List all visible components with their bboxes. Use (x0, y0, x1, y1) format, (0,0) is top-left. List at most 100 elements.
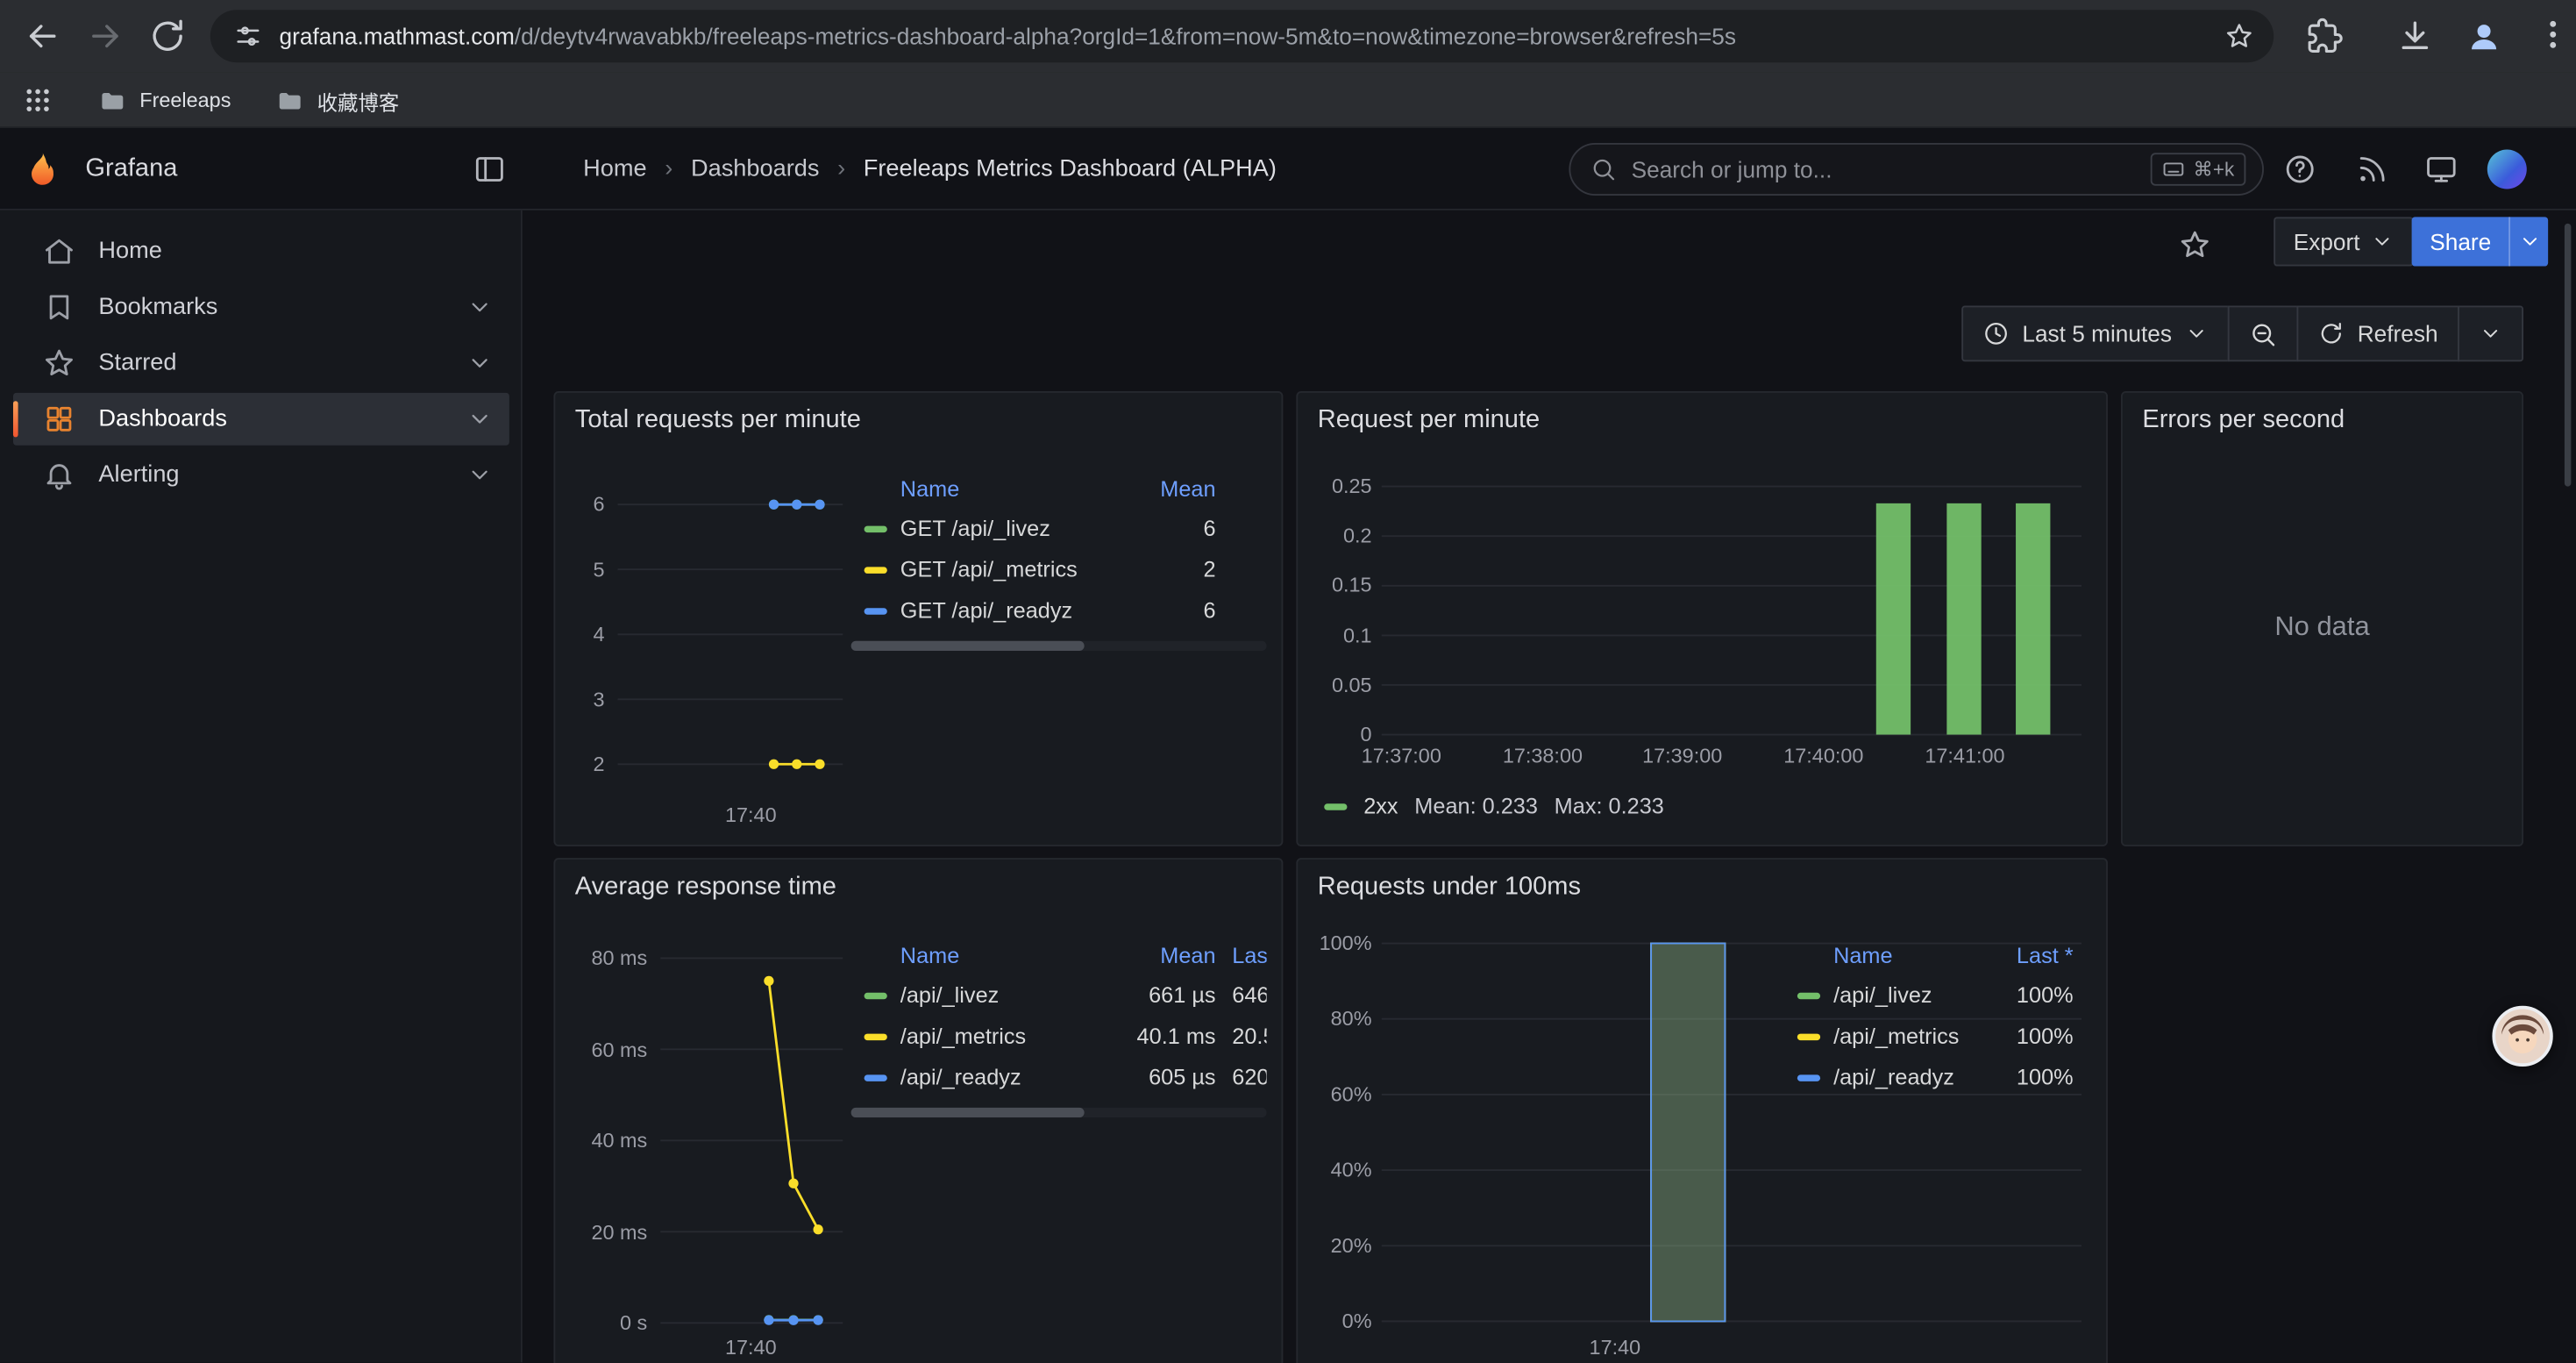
apps-grid-icon[interactable] (23, 72, 53, 128)
chevron-down-icon[interactable] (466, 294, 493, 320)
legend-table: Name Mean Last /api/_livez 661 µs 646 µs… (851, 935, 1267, 1117)
back-icon[interactable] (23, 17, 62, 56)
horizontal-scrollbar[interactable] (851, 641, 1267, 651)
bookmark-star-icon[interactable] (2224, 21, 2254, 51)
legend-row[interactable]: GET /api/_metrics 2 (851, 549, 1267, 590)
breadcrumb-home[interactable]: Home (583, 156, 646, 182)
panel-title[interactable]: Errors per second (2142, 406, 2345, 436)
chevron-down-icon[interactable] (466, 350, 493, 376)
panel-average-response-time: Average response time 80 ms60 ms40 ms20 … (553, 858, 1283, 1363)
series-color-icon (1797, 992, 1820, 998)
series-color-icon (865, 566, 887, 572)
chevron-down-icon[interactable] (466, 406, 493, 432)
breadcrumb-dashboards[interactable]: Dashboards (691, 156, 820, 182)
help-icon[interactable] (2283, 153, 2316, 185)
legend-row[interactable]: /api/_livez 661 µs 646 µs (851, 974, 1267, 1016)
breadcrumb: Home Dashboards Freeleaps Metrics Dashbo… (583, 128, 1277, 211)
legend-table: Name Last * /api/_livez 100% /api/_metri… (1784, 935, 2080, 1097)
export-button[interactable]: Export (2274, 217, 2414, 266)
bookmark-label: 收藏博客 (317, 84, 400, 116)
legend-header-row: Name Mean Last (851, 935, 1267, 974)
series-color-icon (865, 607, 887, 613)
legend-row[interactable]: GET /api/_livez 6 (851, 508, 1267, 549)
folder-icon (276, 86, 304, 114)
bookmark-folder-freeleaps[interactable]: Freeleaps (98, 72, 231, 128)
series-color-icon (1797, 1074, 1820, 1080)
menu-kebab-icon[interactable] (2535, 17, 2574, 56)
time-range-button[interactable]: Last 5 minutes (1961, 306, 2230, 362)
legend-row[interactable]: /api/_readyz 100% (1784, 1057, 2080, 1098)
favorite-star-icon[interactable] (2179, 228, 2211, 260)
legend-col-last[interactable]: Last (1216, 943, 1267, 967)
request-per-minute-chart[interactable]: 0.250.20.150.10.05017:37:0017:38:0017:39… (1298, 393, 2106, 845)
share-button[interactable]: Share (2412, 217, 2549, 266)
folder-icon (98, 86, 126, 114)
bell-icon (43, 459, 75, 491)
panel-requests-under-100ms: Requests under 100ms 100%80%60%40%20%0%1… (1296, 858, 2108, 1363)
dock-menu-icon[interactable] (473, 153, 506, 185)
news-rss-icon[interactable] (2356, 153, 2388, 185)
chevron-down-icon (2185, 322, 2208, 345)
monitor-icon[interactable] (2425, 153, 2458, 185)
grafana-logo-icon[interactable] (23, 150, 62, 189)
legend-col-mean[interactable]: Mean (1104, 943, 1215, 967)
extensions-icon[interactable] (2307, 18, 2346, 58)
breadcrumb-separator-icon (837, 156, 845, 182)
clock-icon (1982, 320, 2009, 346)
refresh-interval-caret[interactable] (2458, 306, 2523, 362)
browser-toolbar: grafana.mathmast.com/d/deytv4rwavabkb/fr… (0, 0, 2576, 72)
sidebar-item-bookmarks[interactable]: Bookmarks (13, 281, 509, 333)
legend-col-name[interactable]: Name (1833, 943, 1988, 967)
chevron-down-icon (2479, 322, 2501, 345)
avatar-face-icon (2495, 1009, 2550, 1063)
legend-row[interactable]: /api/_livez 100% (1784, 974, 2080, 1016)
search-input[interactable]: Search or jump to... ⌘+k (1569, 143, 2264, 196)
legend[interactable]: 2xx Mean: 0.233 Max: 0.233 (1324, 794, 1664, 818)
chevron-down-icon[interactable] (466, 462, 493, 489)
bookmark-label: Freeleaps (139, 89, 231, 111)
sidebar-item-dashboards[interactable]: Dashboards (13, 393, 509, 446)
keyboard-icon (2162, 158, 2185, 181)
search-placeholder: Search or jump to... (1632, 156, 1832, 182)
forward-icon[interactable] (85, 17, 125, 56)
legend-row[interactable]: /api/_readyz 605 µs 620 µs (851, 1057, 1267, 1098)
reload-icon[interactable] (148, 17, 188, 56)
floating-assistant-avatar[interactable] (2492, 1006, 2552, 1067)
series-color-icon (865, 1033, 887, 1039)
sidebar: Home Bookmarks Starred (0, 211, 523, 1362)
refresh-button[interactable]: Refresh (2296, 306, 2459, 362)
chevron-down-icon (2372, 230, 2395, 253)
active-indicator (13, 401, 18, 437)
sidebar-item-starred[interactable]: Starred (13, 337, 509, 389)
legend-col-name[interactable]: Name (900, 475, 1104, 500)
legend-table: Name Mean GET /api/_livez 6 GET /api/_me… (851, 468, 1267, 651)
legend-row[interactable]: /api/_metrics 100% (1784, 1016, 2080, 1057)
grafana-app: Grafana Home Dashboards Freeleaps Metric… (0, 128, 2576, 1362)
sidebar-item-label: Starred (98, 350, 176, 376)
legend-col-last[interactable]: Last * (1988, 943, 2073, 967)
sidebar-item-home[interactable]: Home (13, 225, 509, 278)
legend-col-name[interactable]: Name (900, 943, 1104, 967)
url-text: grafana.mathmast.com/d/deytv4rwavabkb/fr… (280, 23, 2224, 49)
bookmark-folder-blog[interactable]: 收藏博客 (276, 72, 400, 128)
horizontal-scrollbar[interactable] (851, 1108, 1267, 1117)
zoom-out-button[interactable] (2228, 306, 2299, 362)
legend-row[interactable]: GET /api/_readyz 6 (851, 590, 1267, 632)
legend-header-row: Name Last * (1784, 935, 2080, 974)
series-color-icon (865, 992, 887, 998)
profile-avatar-icon[interactable] (2465, 17, 2504, 56)
sidebar-item-alerting[interactable]: Alerting (13, 449, 509, 502)
share-caret-button[interactable] (2509, 217, 2549, 266)
vertical-scrollbar[interactable] (2565, 224, 2571, 487)
sidebar-item-label: Bookmarks (98, 294, 217, 320)
legend-col-mean[interactable]: Mean (1104, 475, 1215, 500)
user-avatar[interactable] (2487, 150, 2527, 189)
site-settings-icon[interactable] (233, 21, 263, 51)
legend-row[interactable]: /api/_metrics 40.1 ms 20.5 ms (851, 1016, 1267, 1057)
downloads-icon[interactable] (2395, 17, 2435, 56)
url-bar[interactable]: grafana.mathmast.com/d/deytv4rwavabkb/fr… (210, 10, 2274, 62)
star-icon (43, 346, 75, 379)
series-color-icon (865, 1074, 887, 1080)
dashboard-main: Export Share Last 5 minutes (523, 211, 2576, 1362)
panel-total-requests: Total requests per minute 6543217:40 Nam… (553, 391, 1283, 846)
